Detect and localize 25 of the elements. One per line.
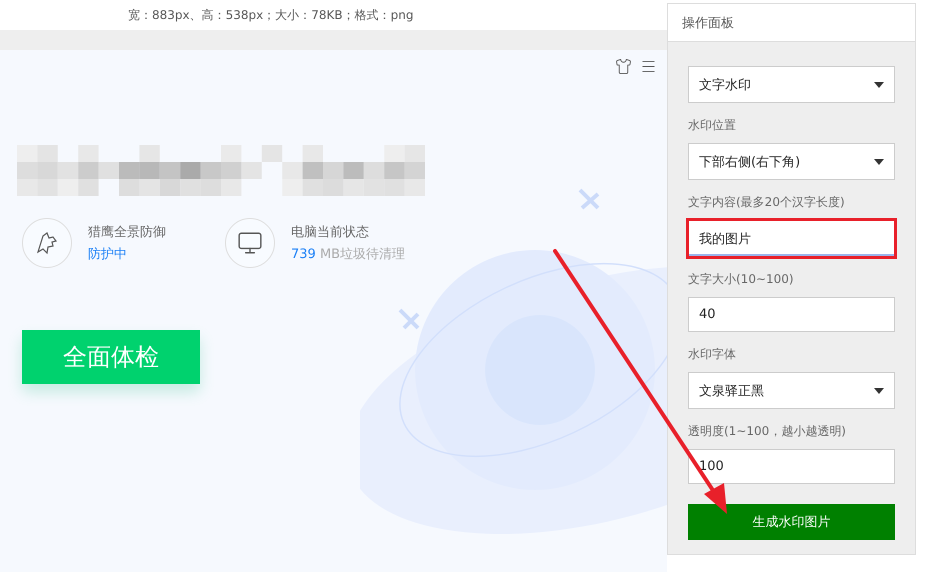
monitor-icon (237, 230, 263, 256)
protection-status: 防护中 (88, 246, 128, 263)
status-title: 电脑当前状态 (291, 224, 370, 241)
input-field[interactable]: 100 (688, 449, 895, 484)
dropdown-select[interactable]: 文泉驿正黑 (688, 372, 895, 409)
input-field[interactable]: 我的图片 (686, 218, 897, 259)
input-field[interactable]: 40 (688, 297, 895, 332)
field-label: 水印字体 (688, 346, 737, 363)
shirt-icon[interactable] (615, 58, 632, 75)
junk-status-text: 739 MB垃圾待清理 (291, 246, 406, 263)
image-info-text: 宽：883px、高：538px；大小：78KB；格式：png (127, 6, 414, 24)
menu-icon[interactable] (640, 58, 657, 75)
eagle-head-icon (34, 230, 60, 256)
dropdown-select[interactable]: 文字水印 (688, 66, 895, 103)
field-label: 水印位置 (688, 117, 737, 134)
field-label: 透明度(1~100，越小越透明) (688, 423, 847, 440)
status-title: 猎鹰全景防御 (88, 224, 166, 241)
panel-title: 操作面板 (668, 4, 915, 42)
field-label: 文字大小(10~100) (688, 271, 795, 288)
caret-icon (874, 82, 884, 88)
generate-watermark-button[interactable]: 生成水印图片 (688, 504, 895, 540)
field-label: 文字内容(最多20个汉字长度) (688, 194, 846, 211)
caret-icon (874, 158, 884, 164)
caret-icon (874, 388, 884, 394)
dropdown-select[interactable]: 下部右侧(右下角) (688, 143, 895, 180)
